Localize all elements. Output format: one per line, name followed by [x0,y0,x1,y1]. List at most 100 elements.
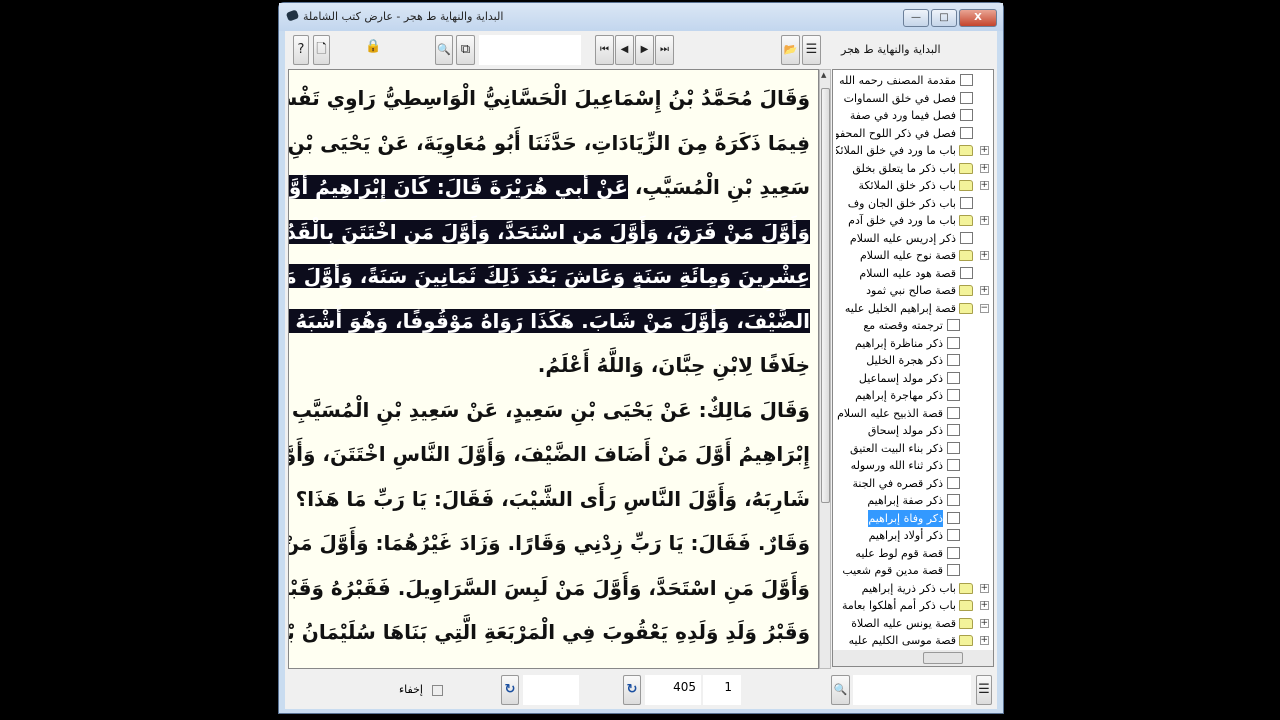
text-line: إِبْرَاهِيمُ أَوَّلَ مَنْ أَضَافَ الضَّي… [289,434,810,474]
tree-toggle-button[interactable]: ☰ [802,35,821,65]
expand-icon[interactable]: + [980,216,989,225]
tree-search-button[interactable]: 🔍 [831,675,850,705]
tree-item[interactable]: ترجمته وقصته مع [833,317,993,334]
tree-item-label: باب ذكر ما يتعلق بخلق [852,161,956,175]
tree-item[interactable]: قصة قوم لوط عليه [833,545,993,562]
tree-item[interactable]: + باب ذكر ما يتعلق بخلق [833,160,993,177]
expand-icon[interactable]: + [980,636,989,645]
first-page-button[interactable]: ⏮ [595,35,614,65]
search-input[interactable] [479,35,581,65]
page-icon [960,109,973,121]
tree-item[interactable]: ذكر ثناء الله ورسوله [833,457,993,474]
tree-item-label: ذكر أولاد إبراهيم [868,529,943,542]
tree-item[interactable]: + باب ذكر خلق الملائكة [833,177,993,194]
page-number-field[interactable]: 405 [645,675,701,705]
previous-page-button[interactable]: ◀ [615,35,634,65]
part-number-field[interactable]: 1 [703,675,741,705]
text-segment: فِيمَا ذَكَرَهُ مِنَ الزِّيَادَاتِ، حَدَ… [288,130,810,155]
tree-item[interactable]: ذكر قصره في الجنة [833,475,993,492]
close-button[interactable]: X [959,9,997,27]
text-segment: سَعِيدِ بْنِ الْمُسَيَّبِ، [627,175,810,199]
expand-icon[interactable]: + [980,181,989,190]
text-segment: خِلَافًا لِابْنِ حِبَّانَ، وَاللَّهُ أَع… [537,353,810,377]
folder-icon [959,215,973,226]
tree-item[interactable]: باب ذكر خلق الجان وف [833,195,993,212]
tree-item[interactable]: مقدمة المصنف رحمه الله [833,72,993,89]
lock-icon[interactable]: 🔒 [365,39,381,54]
expand-icon[interactable]: + [980,583,989,593]
text-field[interactable] [523,675,579,705]
tree-item[interactable]: + باب ما ورد في خلق آدم [833,212,993,229]
text-segment: وَقَبْرُ وَلَدِ وَلَدِهِ يَعْقُوبَ فِي ا… [288,620,810,644]
tree-item[interactable]: + باب ذكر ذرية إبراهيم [833,580,993,597]
folder-icon [959,145,973,156]
expand-icon[interactable]: + [980,286,989,295]
tree-item[interactable]: ذكر مناظرة إبراهيم [833,335,993,352]
collapse-icon[interactable]: − [980,303,989,313]
tree-item-label: ذكر هجرة الخليل [866,354,943,367]
binoculars-search-button[interactable]: 🔍 [435,35,453,65]
help-button[interactable]: ? [293,35,309,65]
tree-item[interactable]: + قصة صالح نبي ثمود [833,282,993,299]
tree-search-input[interactable] [853,675,971,705]
tree-item[interactable]: − قصة إبراهيم الخليل عليه [833,300,993,317]
tree-horizontal-scrollbar[interactable] [833,650,993,666]
book-text-area[interactable]: وَقَالَ مُحَمَّدُ بْنُ إِسْمَاعِيلَ الْح… [288,69,819,669]
tree-item[interactable]: ذكر مولد إسماعيل [833,370,993,387]
open-book-button[interactable]: 📂 [781,35,800,65]
folder-icon [959,180,973,191]
scroll-thumb[interactable] [821,88,830,503]
tree-item[interactable]: قصة هود عليه السلام [833,265,993,282]
table-of-contents-tree[interactable]: مقدمة المصنف رحمه الله فصل في خلق السماوا… [832,69,994,667]
hide-checkbox[interactable] [432,685,443,696]
scroll-thumb[interactable] [923,652,963,664]
title-bar[interactable]: البداية والنهاية ط هجر - عارض كتب الشامل… [279,3,1003,31]
new-document-button[interactable]: 🗋 [313,35,330,65]
tree-item[interactable]: ذكر أولاد إبراهيم [833,527,993,544]
text-line: وَقَارٌ. فَقَالَ: يَا رَبِّ زِدْنِي وَقَ… [289,523,810,563]
expand-icon[interactable]: + [980,251,989,260]
tree-item[interactable]: + قصة نوح عليه السلام [833,247,993,264]
page-icon [960,231,973,244]
page-icon [947,424,960,436]
tree-item-label: ذكر بناء البيت العتيق [850,441,943,455]
refresh-button[interactable]: ↻ [501,675,519,705]
tree-item[interactable]: ذكر مولد إسحاق [833,422,993,439]
search-document-button[interactable]: ⧉ [456,35,475,65]
expand-icon[interactable]: + [980,618,989,628]
page-icon [960,91,973,104]
tree-item[interactable]: فصل فيما ورد في صفة [833,107,993,124]
tree-item[interactable]: ذكر وفاة إبراهيم [833,509,993,527]
tree-item[interactable]: ذكر إدريس عليه السلام [833,230,993,247]
page-icon [947,371,960,384]
tree-item[interactable]: + باب ذكر أمم أهلكوا بعامة [833,597,993,614]
tree-item[interactable]: ذكر هجرة الخليل [833,352,993,369]
text-line: وَقَالَ مُحَمَّدُ بْنُ إِسْمَاعِيلَ الْح… [289,78,810,118]
tree-item[interactable]: ذكر بناء البيت العتيق [833,440,993,457]
expand-icon[interactable]: + [980,163,989,173]
tree-item[interactable]: قصة الذبيح عليه السلام [833,405,993,422]
tree-item-label: ذكر مولد إسحاق [867,424,943,437]
expand-icon[interactable]: + [980,601,989,610]
tree-item[interactable]: فصل في خلق السماوات [833,90,993,107]
last-page-button[interactable]: ⏭ [655,35,674,65]
scroll-up-arrow-icon[interactable]: ▲ [821,71,826,79]
minimize-button[interactable]: — [903,9,929,27]
page-icon [947,529,960,541]
tree-item[interactable]: + باب ما ورد في خلق الملائكة [833,142,993,159]
tree-item[interactable]: قصة مدين قوم شعيب [833,562,993,579]
text-scrollbar[interactable]: ▲ [819,69,831,669]
maximize-button[interactable]: □ [931,9,957,27]
tree-item[interactable]: + قصة موسى الكليم عليه [833,632,993,649]
page-icon [947,511,960,524]
tree-item[interactable]: ذكر مهاجرة إبراهيم [833,387,993,404]
next-page-button[interactable]: ▶ [635,35,654,65]
tree-item[interactable]: فصل في ذكر اللوح المحفوظ [833,125,993,142]
expand-icon[interactable]: + [980,146,989,155]
tree-item[interactable]: ذكر صفة إبراهيم [833,492,993,509]
go-page-button[interactable]: ↻ [623,675,641,705]
list-button[interactable]: ☰ [976,675,992,705]
book-title-label: البداية والنهاية ط هجر [841,43,941,56]
client-area: ? 🗋 🔒 🔍 ⧉ ⏮ ◀ ▶ ⏭ 📂 ☰ البداية والنهاية ط… [285,31,997,709]
tree-item[interactable]: + قصة يونس عليه الصلاة [833,615,993,632]
